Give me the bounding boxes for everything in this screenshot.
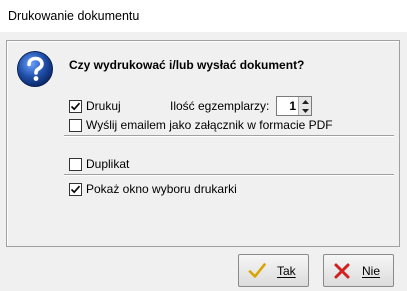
print-checkbox-row[interactable]: Drukuj (69, 99, 121, 113)
duplicate-label: Duplikat (86, 157, 130, 171)
separator (64, 135, 394, 137)
duplicate-checkbox-row[interactable]: Duplikat (69, 157, 129, 171)
window-title: Drukowanie dokumentu (8, 9, 140, 23)
printer-dialog-checkbox[interactable] (69, 182, 82, 196)
printer-dialog-checkbox-row[interactable]: Pokaż okno wyboru drukarki (69, 182, 237, 196)
email-label: Wyślij emailem jako załącznik w formacie… (86, 118, 333, 132)
arrow-down-icon (301, 108, 309, 113)
print-dialog-window: Drukowanie dokumentu Czy wydrukować i/lu… (0, 0, 407, 291)
yes-button[interactable]: Tak (238, 254, 309, 287)
print-checkbox[interactable] (69, 99, 82, 113)
dialog-question: Czy wydrukować i/lub wysłać dokument? (69, 58, 305, 72)
question-icon (17, 51, 53, 87)
copies-value[interactable]: 1 (289, 99, 296, 113)
checkmark-icon (70, 102, 81, 110)
duplicate-checkbox[interactable] (69, 157, 82, 171)
no-button-label: Nie (362, 264, 381, 278)
email-checkbox-row[interactable]: Wyślij emailem jako załącznik w formacie… (69, 118, 333, 132)
no-button[interactable]: Nie (323, 254, 394, 287)
copies-label: Ilość egzemplarzy: (170, 99, 270, 113)
title-bar[interactable]: Drukowanie dokumentu (0, 0, 407, 32)
email-checkbox[interactable] (69, 118, 82, 132)
separator (64, 174, 394, 176)
stepper-buttons (298, 97, 311, 115)
copies-stepper[interactable]: 1 (276, 96, 312, 116)
options-panel: Czy wydrukować i/lub wysłać dokument? Dr… (6, 40, 400, 247)
printer-dialog-label: Pokaż okno wyboru drukarki (86, 182, 237, 196)
stepper-down-button[interactable] (299, 106, 311, 115)
stepper-up-button[interactable] (299, 97, 311, 106)
dialog-client-area: Czy wydrukować i/lub wysłać dokument? Dr… (0, 32, 407, 291)
x-icon (334, 263, 350, 279)
checkmark-icon (70, 185, 81, 193)
checkmark-icon (248, 263, 266, 278)
arrow-up-icon (301, 99, 309, 104)
print-label: Drukuj (86, 99, 121, 113)
yes-button-label: Tak (277, 264, 296, 278)
